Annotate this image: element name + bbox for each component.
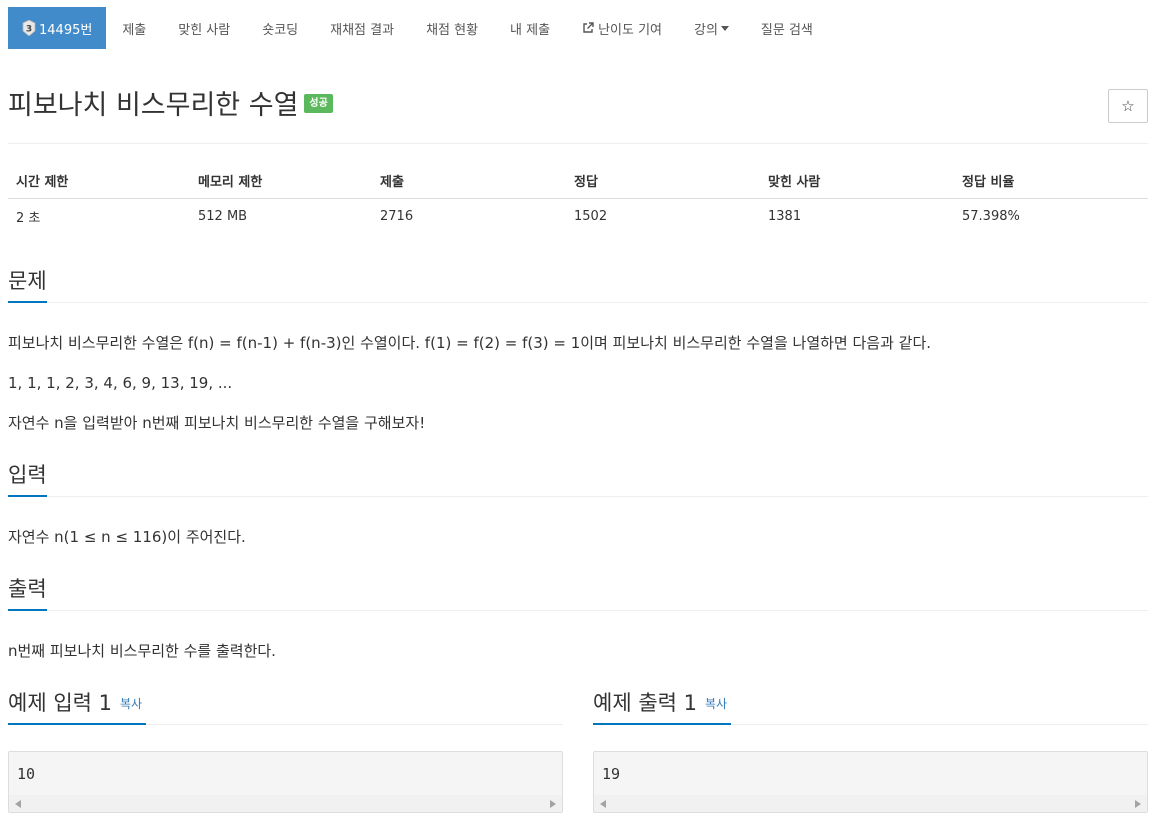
value-accepted: 1502 [574, 208, 608, 224]
output-section-header: 출력 [8, 575, 1148, 611]
sample-input-title: 예제 입력 1 [8, 691, 112, 715]
header-submissions: 제출 [372, 163, 566, 199]
nav-judge-status-label: 채점 현황 [426, 22, 479, 38]
problem-title: 피보나치 비스무리한 수열 [8, 90, 299, 121]
nav-question-search-label: 질문 검색 [760, 22, 813, 38]
nav-problem-number[interactable]: 3 14495번 [8, 7, 107, 49]
info-header-row: 시간 제한 메모리 제한 제출 정답 맞힌 사람 정답 비율 [8, 163, 1148, 199]
problem-info-table: 시간 제한 메모리 제한 제출 정답 맞힌 사람 정답 비율 2 초 512 M… [8, 163, 1148, 234]
sample-output-scrollbar[interactable] [594, 795, 1147, 812]
sample-input-box[interactable]: 10 [8, 751, 563, 813]
problem-section-header: 문제 [8, 267, 1148, 303]
header-accept-ratio: 정답 비율 [954, 163, 1148, 199]
nav-short-coding-label: 숏코딩 [262, 22, 299, 38]
copy-sample-input-link[interactable]: 복사 [120, 697, 142, 711]
nav-my-submissions-label: 내 제출 [510, 22, 551, 38]
nav-rejudge-results[interactable]: 재채점 결과 [314, 7, 410, 49]
nav-short-coding[interactable]: 숏코딩 [246, 7, 314, 49]
problem-description-1: 피보나치 비스무리한 수열은 f(n) = f(n-1) + f(n-3)인 수… [8, 334, 932, 352]
nav-lectures-dropdown[interactable]: 강의 [678, 7, 745, 49]
problem-section-title: 문제 [8, 267, 47, 303]
nav-problem-number-label: 14495번 [39, 22, 93, 38]
problem-description-3: 자연수 n을 입력받아 n번째 피보나치 비스무리한 수열을 구해보자! [8, 414, 426, 432]
nav-question-search[interactable]: 질문 검색 [745, 7, 829, 49]
header-memory-limit: 메모리 제한 [190, 163, 372, 199]
nav-lectures-label: 강의 [694, 22, 718, 38]
value-memory-limit: 512 MB [198, 208, 248, 224]
sample-output-title: 예제 출력 1 [593, 691, 697, 715]
sample-output-value: 19 [602, 765, 621, 783]
problem-nav: 3 14495번 제출 맞힌 사람 숏코딩 재채점 결과 채점 현황 내 제출 … [8, 7, 829, 49]
input-section-header: 입력 [8, 461, 1148, 497]
nav-judge-status[interactable]: 채점 현황 [410, 7, 494, 49]
sample-input-scrollbar[interactable] [9, 795, 562, 812]
info-value-row: 2 초 512 MB 2716 1502 1381 57.398% [8, 198, 1148, 234]
scroll-left-arrow-icon[interactable] [600, 799, 606, 808]
output-section-title: 출력 [8, 575, 47, 611]
sample-input-header: 예제 입력 1 복사 [8, 689, 563, 725]
tier-badge-icon: 3 [22, 20, 36, 36]
sample-output-title-wrap: 예제 출력 1 복사 [593, 689, 731, 725]
problem-description-2: 1, 1, 1, 2, 3, 4, 6, 9, 13, 19, ... [8, 374, 233, 392]
scroll-left-arrow-icon[interactable] [15, 799, 21, 808]
sample-output-box[interactable]: 19 [593, 751, 1148, 813]
header-accepted: 정답 [566, 163, 760, 199]
title-row: 피보나치 비스무리한 수열 성공 ☆ [8, 84, 1148, 144]
page-title: 피보나치 비스무리한 수열 성공 [8, 86, 333, 126]
output-description: n번째 피보나치 비스무리한 수를 출력한다. [8, 642, 276, 660]
nav-difficulty-contribution-label: 난이도 기여 [598, 22, 662, 38]
value-time-limit: 2 초 [16, 210, 41, 226]
nav-submit[interactable]: 제출 [106, 7, 162, 49]
scroll-right-arrow-icon[interactable] [550, 799, 556, 808]
value-solved-users: 1381 [768, 208, 802, 224]
value-accept-ratio: 57.398% [962, 208, 1020, 224]
nav-my-submissions[interactable]: 내 제출 [494, 7, 566, 49]
sample-input-title-wrap: 예제 입력 1 복사 [8, 689, 146, 725]
external-link-icon [582, 22, 594, 34]
header-time-limit: 시간 제한 [8, 163, 190, 199]
sample-output-header: 예제 출력 1 복사 [593, 689, 1148, 725]
caret-down-icon [720, 25, 729, 31]
nav-solved-users-label: 맞힌 사람 [178, 22, 231, 38]
nav-rejudge-results-label: 재채점 결과 [330, 22, 395, 38]
nav-difficulty-contribution[interactable]: 난이도 기여 [566, 7, 678, 49]
nav-solved-users[interactable]: 맞힌 사람 [162, 7, 246, 49]
nav-submit-label: 제출 [122, 22, 147, 38]
favorite-star-button[interactable]: ☆ [1108, 89, 1148, 123]
input-section-title: 입력 [8, 461, 47, 497]
header-solved-users: 맞힌 사람 [760, 163, 954, 199]
scroll-right-arrow-icon[interactable] [1135, 799, 1141, 808]
star-icon: ☆ [1121, 97, 1135, 115]
value-submissions: 2716 [380, 208, 414, 224]
sample-input-value: 10 [17, 765, 36, 783]
copy-sample-output-link[interactable]: 복사 [705, 697, 727, 711]
input-description: 자연수 n(1 ≤ n ≤ 116)이 주어진다. [8, 528, 246, 546]
status-badge: 성공 [304, 94, 333, 113]
svg-text:3: 3 [26, 25, 32, 35]
